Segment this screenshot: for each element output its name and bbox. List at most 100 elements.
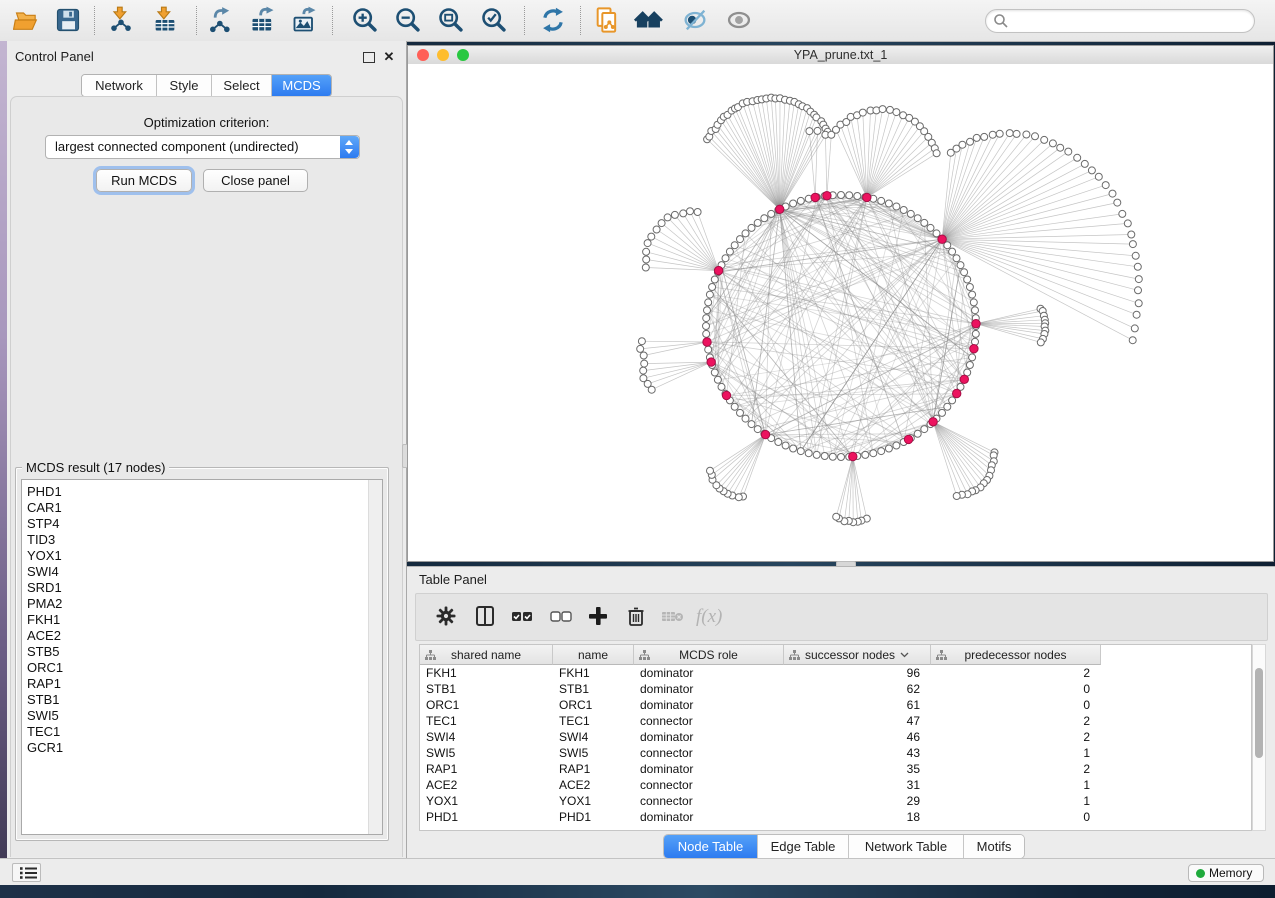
table-row[interactable]: SWI5SWI5connector431 — [420, 745, 1101, 761]
network-canvas[interactable] — [408, 64, 1273, 561]
refresh-view-button[interactable] — [538, 6, 568, 36]
table-row[interactable]: FKH1FKH1dominator962 — [420, 665, 1101, 681]
table-cell: ACE2 — [420, 777, 553, 793]
task-history-button[interactable] — [12, 863, 41, 882]
mcds-result-item[interactable]: STP4 — [22, 516, 362, 532]
mcds-result-item[interactable]: GCR1 — [22, 740, 362, 756]
table-cell: SWI4 — [553, 729, 634, 745]
houses-icon — [634, 6, 664, 34]
mcds-result-item[interactable]: STB1 — [22, 692, 362, 708]
table-row[interactable]: SWI4SWI4dominator462 — [420, 729, 1101, 745]
toolbar-separator — [332, 6, 333, 35]
delete-column-button[interactable] — [622, 603, 650, 631]
table-cell: 0 — [931, 697, 1101, 713]
tab-style[interactable]: Style — [157, 75, 212, 96]
node-table: shared namenameMCDS rolesuccessor nodesp… — [419, 644, 1252, 831]
table-cell: 1 — [931, 745, 1101, 761]
mcds-result-item[interactable]: RAP1 — [22, 676, 362, 692]
deselect-all-rows-button[interactable] — [547, 603, 575, 631]
show-column-panel-button[interactable] — [471, 603, 499, 631]
table-scrollbar-thumb[interactable] — [1255, 668, 1263, 758]
tab-network[interactable]: Network — [82, 75, 157, 96]
show-all-networks-button[interactable] — [634, 6, 664, 36]
tab-node-table[interactable]: Node Table — [664, 835, 758, 858]
open-session-button[interactable] — [12, 6, 42, 36]
mcds-result-item[interactable]: SRD1 — [22, 580, 362, 596]
mcds-result-item[interactable]: PMA2 — [22, 596, 362, 612]
column-header-name[interactable]: name — [553, 645, 634, 665]
tab-edge-table[interactable]: Edge Table — [758, 835, 849, 858]
tab-mcds[interactable]: MCDS — [272, 75, 331, 96]
table-row[interactable]: RAP1RAP1dominator352 — [420, 761, 1101, 777]
mcds-result-item[interactable]: YOX1 — [22, 548, 362, 564]
column-type-icon — [639, 650, 650, 660]
new-network-from-selection-button[interactable] — [592, 6, 622, 36]
mcds-result-item[interactable]: FKH1 — [22, 612, 362, 628]
table-cell: 35 — [784, 761, 931, 777]
save-session-button[interactable] — [53, 6, 83, 36]
table-cell: dominator — [634, 761, 784, 777]
table-cell: PHD1 — [420, 809, 553, 825]
table-options-button[interactable] — [432, 603, 460, 631]
tab-motifs[interactable]: Motifs — [964, 835, 1024, 858]
table-row[interactable]: ORC1ORC1dominator610 — [420, 697, 1101, 713]
toggle-birds-eye-view-button[interactable] — [724, 6, 754, 36]
select-all-rows-button[interactable] — [508, 603, 536, 631]
mcds-result-item[interactable]: ORC1 — [22, 660, 362, 676]
export-table-button[interactable] — [248, 6, 278, 36]
mcds-result-item[interactable]: ACE2 — [22, 628, 362, 644]
mcds-result-item[interactable]: SWI5 — [22, 708, 362, 724]
add-column-button[interactable] — [584, 603, 612, 631]
tab-select[interactable]: Select — [212, 75, 272, 96]
column-header-MCDS-role[interactable]: MCDS role — [634, 645, 784, 665]
export-image-button[interactable] — [290, 6, 320, 36]
table-row[interactable]: TEC1TEC1connector472 — [420, 713, 1101, 729]
table-row[interactable]: YOX1YOX1connector291 — [420, 793, 1101, 809]
mcds-result-item[interactable]: TEC1 — [22, 724, 362, 740]
toolbar-separator — [580, 6, 581, 35]
zoom-out-button[interactable] — [393, 6, 423, 36]
toggle-graphics-details-button[interactable] — [680, 6, 710, 36]
mcds-list-scrollbar[interactable] — [368, 480, 382, 834]
network-document-icon — [593, 6, 621, 34]
table-scrollbar[interactable] — [1252, 644, 1266, 831]
table-row[interactable]: STB1STB1dominator620 — [420, 681, 1101, 697]
mcds-result-item[interactable]: CAR1 — [22, 500, 362, 516]
close-panel-icon[interactable]: ✕ — [382, 50, 396, 64]
tab-network-table[interactable]: Network Table — [849, 835, 964, 858]
table-cell: STB1 — [420, 681, 553, 697]
zoom-in-button[interactable] — [350, 6, 380, 36]
table-cell: TEC1 — [420, 713, 553, 729]
import-table-button[interactable] — [150, 6, 180, 36]
table-row[interactable]: PHD1PHD1dominator180 — [420, 809, 1101, 825]
toolbar-separator — [196, 6, 197, 35]
mcds-result-item[interactable]: STB5 — [22, 644, 362, 660]
import-network-button[interactable] — [106, 6, 136, 36]
mcds-result-item[interactable]: SWI4 — [22, 564, 362, 580]
run-mcds-button[interactable]: Run MCDS — [96, 169, 192, 192]
export-network-button[interactable] — [206, 6, 236, 36]
close-panel-button[interactable]: Close panel — [203, 169, 308, 192]
export-table-icon — [249, 6, 277, 34]
table-cell: PHD1 — [553, 809, 634, 825]
sort-descending-icon — [900, 652, 909, 658]
graphics-details-icon — [681, 6, 709, 34]
network-window: YPA_prune.txt_1 — [407, 45, 1274, 562]
main-toolbar — [0, 0, 1275, 42]
table-cell: YOX1 — [553, 793, 634, 809]
search-input[interactable] — [1012, 11, 1246, 31]
column-header-shared-name[interactable]: shared name — [420, 645, 553, 665]
optimization-criterion-dropdown[interactable]: largest connected component (undirected) — [45, 135, 360, 159]
mcds-result-item[interactable]: TID3 — [22, 532, 362, 548]
zoom-selected-button[interactable] — [479, 6, 509, 36]
table-row[interactable]: ACE2ACE2connector311 — [420, 777, 1101, 793]
table-cell: dominator — [634, 681, 784, 697]
float-panel-icon[interactable] — [363, 52, 375, 63]
column-header-successor-nodes[interactable]: successor nodes — [784, 645, 931, 665]
memory-button[interactable]: Memory — [1188, 864, 1264, 882]
zoom-fit-button[interactable] — [436, 6, 466, 36]
toolbar-separator — [524, 6, 525, 35]
mcds-result-item[interactable]: PHD1 — [22, 484, 362, 500]
table-cell: dominator — [634, 729, 784, 745]
column-header-predecessor-nodes[interactable]: predecessor nodes — [931, 645, 1101, 665]
